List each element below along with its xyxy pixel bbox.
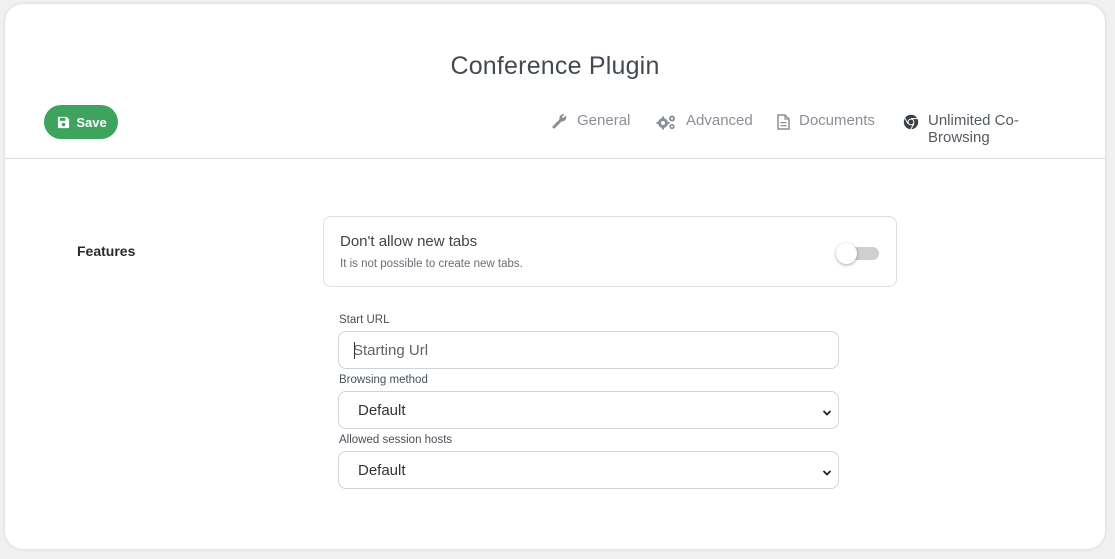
- toggle-knob: [836, 243, 857, 264]
- session-hosts-label: Allowed session hosts: [339, 434, 453, 446]
- browsing-method-value: Default: [358, 402, 406, 419]
- tab-general-label: General: [577, 112, 631, 129]
- tab-general[interactable]: General: [552, 104, 630, 159]
- section-label: Features: [77, 243, 136, 259]
- option-card-no-new-tabs: Don't allow new tabs It is not possible …: [323, 216, 897, 287]
- browsing-method-select[interactable]: Default: [338, 391, 839, 429]
- document-icon: [777, 112, 790, 130]
- chevron-down-icon: [822, 465, 832, 483]
- tab-advanced[interactable]: Advanced: [656, 104, 753, 159]
- tab-documents[interactable]: Documents: [777, 104, 875, 159]
- session-hosts-value: Default: [358, 462, 406, 479]
- no-new-tabs-toggle[interactable]: [836, 243, 879, 264]
- option-description: It is not possible to create new tabs.: [340, 258, 523, 270]
- tab-bar: General Advanced Documents Unlimited Co-…: [0, 104, 1115, 159]
- start-url-field: [338, 331, 839, 369]
- start-url-input[interactable]: [353, 332, 823, 368]
- tab-unlimited-co-browsing-label: Unlimited Co-Browsing: [928, 112, 1019, 146]
- chrome-icon: [903, 112, 919, 130]
- header-divider: [5, 158, 1105, 159]
- tab-unlimited-co-browsing[interactable]: Unlimited Co-Browsing: [903, 104, 1073, 159]
- chevron-down-icon: [822, 405, 832, 423]
- tab-documents-label: Documents: [799, 112, 875, 129]
- start-url-label: Start URL: [339, 314, 390, 326]
- session-hosts-select[interactable]: Default: [338, 451, 839, 489]
- tab-advanced-label: Advanced: [686, 112, 753, 129]
- wrench-icon: [552, 112, 568, 130]
- page-title: Conference Plugin: [450, 52, 660, 80]
- option-title: Don't allow new tabs: [340, 233, 478, 250]
- browsing-method-label: Browsing method: [339, 374, 428, 386]
- gears-icon: [656, 112, 677, 130]
- text-caret: [354, 342, 355, 359]
